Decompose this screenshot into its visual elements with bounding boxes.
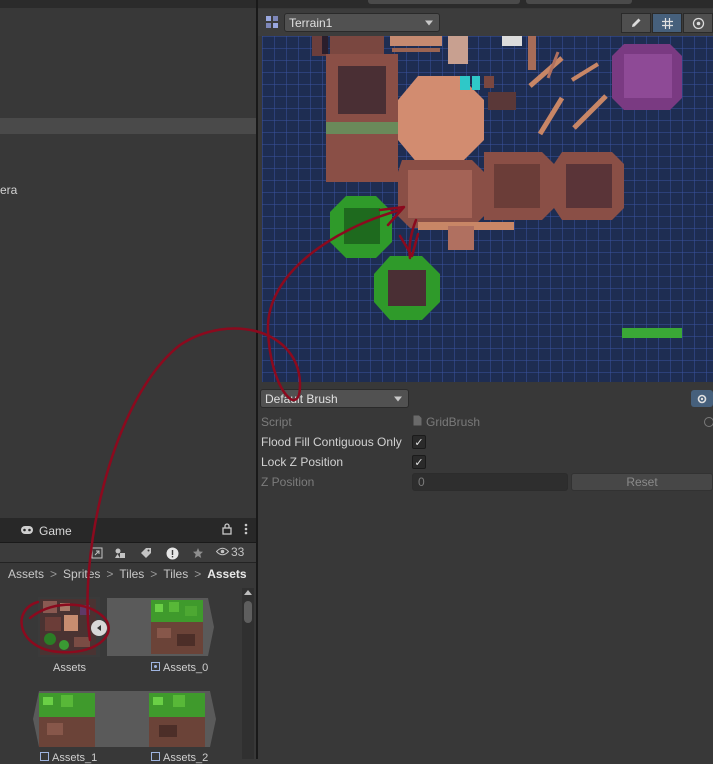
hierarchy-selected-row[interactable]: [0, 118, 256, 134]
palette-tab-strip: [368, 0, 520, 4]
kebab-menu-icon[interactable]: [244, 523, 248, 538]
lock-z-checkbox[interactable]: ✓: [412, 455, 426, 469]
game-tab-bar: Game: [0, 518, 256, 543]
lock-z-row: Lock Z Position: [261, 453, 711, 471]
tile-palette-canvas[interactable]: [262, 36, 713, 382]
project-scrollbar[interactable]: [242, 588, 254, 759]
tab-game[interactable]: Game: [20, 522, 72, 539]
scroll-up-arrow-icon[interactable]: [244, 590, 252, 595]
breadcrumb-current[interactable]: Assets: [207, 567, 246, 581]
left-panel: era Game 33 Assets > Sprites > Tiles > T…: [0, 0, 256, 764]
brush-dropdown[interactable]: Default Brush: [260, 389, 409, 408]
lock-icon[interactable]: [222, 523, 232, 538]
asset-label: Assets_0: [151, 662, 208, 674]
tab-game-label: Game: [39, 523, 72, 538]
object-picker-icon[interactable]: [704, 417, 713, 427]
grid-icon[interactable]: [652, 13, 682, 33]
gizmo-icon[interactable]: [683, 13, 713, 33]
star-icon[interactable]: [190, 545, 206, 561]
scroll-thumb[interactable]: [244, 601, 252, 623]
brush-settings-button[interactable]: [691, 390, 713, 407]
hidden-packages-count[interactable]: 33: [215, 545, 245, 559]
tile-palette-panel: Terrain1 Default Brush Script GridBrush …: [258, 0, 713, 759]
asset-label: Assets: [53, 662, 87, 674]
script-field: GridBrush: [413, 413, 713, 431]
asset-tile-assets-1-2[interactable]: [33, 691, 216, 747]
gear-icon: [697, 394, 707, 403]
filter-by-type-icon[interactable]: [112, 545, 128, 561]
sprite-icon: [151, 662, 160, 674]
reset-button[interactable]: Reset: [571, 473, 713, 491]
brush-inspector: Default Brush Script GridBrush Flood Fil…: [258, 386, 713, 759]
breadcrumb-item[interactable]: Sprites: [63, 567, 100, 581]
flood-fill-label: Flood Fill Contiguous Only: [261, 435, 402, 449]
breadcrumb: Assets > Sprites > Tiles > Tiles > Asset…: [0, 563, 256, 585]
asset-tile-assets-0[interactable]: [101, 598, 216, 656]
left-top-bar: [0, 0, 256, 8]
warning-icon[interactable]: [164, 545, 180, 561]
z-position-field[interactable]: 0: [412, 473, 568, 491]
palette-toolbar: Terrain1: [258, 9, 713, 36]
palette-tab-strip: [526, 0, 632, 4]
script-label: Script: [261, 415, 292, 429]
breadcrumb-separator-icon: >: [106, 567, 114, 581]
asset-label: Assets_1: [40, 752, 97, 764]
asset-label: Assets_2: [151, 752, 208, 764]
scene-view-icon[interactable]: [89, 545, 105, 561]
gamepad-icon: [20, 524, 34, 538]
chevron-down-icon: [394, 396, 402, 401]
lock-z-label: Lock Z Position: [261, 455, 344, 469]
breadcrumb-separator-icon: >: [50, 567, 58, 581]
flood-fill-checkbox[interactable]: ✓: [412, 435, 426, 449]
chevron-down-icon: [425, 20, 433, 25]
palette-top-bar: [258, 0, 713, 8]
sprite-icon: [40, 752, 49, 764]
script-file-icon: [413, 415, 422, 429]
project-toolbar: 33: [0, 543, 256, 563]
hidden-count-label: 33: [231, 545, 245, 559]
active-tilemap-dropdown[interactable]: Terrain1: [284, 13, 440, 32]
z-position-label: Z Position: [261, 475, 315, 489]
breadcrumb-item[interactable]: Assets: [8, 567, 44, 581]
hierarchy-partial-text: era: [0, 183, 18, 197]
pencil-icon[interactable]: [621, 13, 651, 33]
breadcrumb-item[interactable]: Tiles: [163, 567, 188, 581]
sprite-icon: [151, 752, 160, 764]
flood-fill-row: Flood Fill Contiguous Only: [261, 433, 711, 451]
breadcrumb-item[interactable]: Tiles: [119, 567, 144, 581]
tilemap-icon: [265, 15, 279, 32]
eye-icon: [215, 545, 230, 559]
label-icon[interactable]: [138, 545, 154, 561]
breadcrumb-separator-icon: >: [150, 567, 158, 581]
breadcrumb-separator-icon: >: [194, 567, 202, 581]
